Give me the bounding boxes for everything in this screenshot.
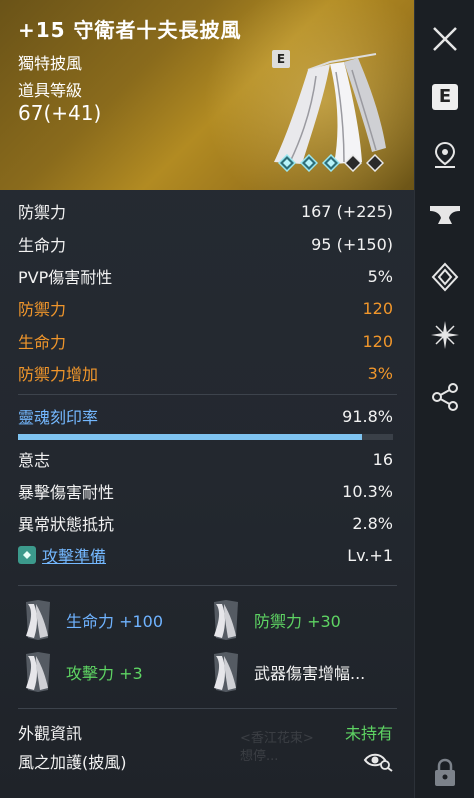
- anvil-icon: [430, 206, 460, 224]
- soul-imprint-row: 靈魂刻印率 91.8%: [18, 403, 393, 429]
- cape-icon: [214, 652, 238, 692]
- item-type: 獨特披風: [18, 54, 83, 73]
- set-effect-text: 生命力 +100: [66, 612, 164, 631]
- stat-value: 3%: [367, 363, 393, 383]
- stat-value: 10.3%: [342, 481, 393, 501]
- stat-label: PVP傷害耐性: [18, 268, 113, 287]
- appearance-label: 外觀資訊: [18, 724, 83, 743]
- stat-label: 暴擊傷害耐性: [18, 483, 115, 502]
- soul-imprint-bar-fill: [18, 434, 363, 440]
- set-effect: 攻擊力 +3: [20, 650, 143, 694]
- share-icon: [432, 383, 458, 411]
- cape-icon: [214, 600, 238, 640]
- soul-stat-row: 暴擊傷害耐性 10.3%: [18, 478, 393, 504]
- skill-link[interactable]: 攻擊準備: [42, 543, 106, 567]
- close-icon: [433, 27, 457, 51]
- set-effect[interactable]: 武器傷害增幅...: [208, 650, 365, 694]
- lock-icon: [435, 758, 455, 786]
- skill-row: 攻擊準備 Lv.+1: [18, 542, 393, 568]
- stat-row: PVP傷害耐性 5%: [18, 263, 393, 289]
- set-effect-text: 攻擊力 +3: [66, 664, 143, 683]
- preview-eye-icon[interactable]: [363, 750, 393, 772]
- stat-value: 167 (+225): [300, 201, 393, 221]
- location-pin-icon: [434, 141, 456, 168]
- stat-value: 2.8%: [352, 513, 393, 533]
- socket-gems: [278, 154, 384, 172]
- stat-label: 防禦力: [18, 203, 67, 222]
- stat-row: 生命力 95 (+150): [18, 231, 393, 257]
- action-rail: E: [414, 0, 474, 798]
- set-effect: 防禦力 +30: [208, 598, 341, 642]
- stat-label: 防禦力增加: [18, 365, 99, 384]
- divider: [18, 708, 397, 709]
- item-header: +15 守衛者十夫長披風 獨特披風 道具等級 67(+41) E: [0, 0, 414, 190]
- cape-icon: [26, 652, 50, 692]
- skill-level: Lv.+1: [347, 545, 393, 565]
- item-level-value: 67(+41): [18, 101, 102, 125]
- gem-empty-icon: [366, 154, 384, 172]
- stat-row-bonus: 防禦力增加 3%: [18, 360, 393, 386]
- set-effect: 生命力 +100: [20, 598, 163, 642]
- appearance-row: 外觀資訊 未持有: [18, 719, 393, 745]
- set-effect-text: 防禦力 +30: [254, 612, 341, 631]
- close-button[interactable]: [415, 14, 474, 64]
- item-tooltip-panel: +15 守衛者十夫長披風 獨特披風 道具等級 67(+41) E 防禦力 167…: [0, 0, 414, 798]
- stat-value: 5%: [367, 266, 393, 286]
- divider: [18, 394, 397, 395]
- stat-value: 95 (+150): [311, 234, 393, 254]
- cape-icon: [26, 600, 50, 640]
- skill-icon: [18, 546, 36, 564]
- soul-imprint-bar: [18, 434, 393, 440]
- appearance-status: 未持有: [344, 724, 393, 743]
- soul-imprint-value: 91.8%: [342, 406, 393, 426]
- stat-row-bonus: 防禦力 120: [18, 295, 393, 321]
- stat-value: 16: [372, 449, 393, 469]
- gem-filled-icon: [300, 154, 318, 172]
- soul-stat-row: 意志 16: [18, 446, 393, 472]
- lock-button[interactable]: [415, 748, 474, 798]
- set-effect-text: 武器傷害增幅...: [254, 664, 366, 683]
- gem-filled-icon: [278, 154, 296, 172]
- appearance-name: 風之加護(披風): [18, 753, 127, 772]
- share-button[interactable]: [415, 372, 474, 422]
- stat-row-bonus: 生命力 120: [18, 328, 393, 354]
- stat-value: 120: [362, 298, 393, 318]
- stat-label: 生命力: [18, 333, 67, 352]
- appearance-name-row: 風之加護(披風): [18, 748, 393, 774]
- stat-row: 防禦力 167 (+225): [18, 198, 393, 224]
- soul-crystal-icon: [431, 262, 459, 292]
- item-level-label: 道具等級: [18, 81, 83, 100]
- stat-label: 生命力: [18, 236, 67, 255]
- grade-button[interactable]: E: [415, 72, 474, 122]
- stat-label: 意志: [18, 451, 51, 470]
- stat-label: 異常狀態抵抗: [18, 515, 115, 534]
- star-burst-icon: [431, 321, 459, 349]
- grade-icon: E: [432, 84, 458, 110]
- enhance-button[interactable]: [415, 190, 474, 240]
- gem-empty-icon: [344, 154, 362, 172]
- soul-crystal-button[interactable]: [415, 252, 474, 302]
- stat-label: 防禦力: [18, 300, 67, 319]
- stat-value: 120: [362, 331, 393, 351]
- gem-filled-icon: [322, 154, 340, 172]
- soul-stat-row: 異常狀態抵抗 2.8%: [18, 510, 393, 536]
- soul-imprint-label: 靈魂刻印率: [18, 408, 99, 427]
- location-button[interactable]: [415, 130, 474, 180]
- star-burst-button[interactable]: [415, 310, 474, 360]
- item-title: +15 守衛者十夫長披風: [18, 18, 242, 42]
- divider: [18, 585, 397, 586]
